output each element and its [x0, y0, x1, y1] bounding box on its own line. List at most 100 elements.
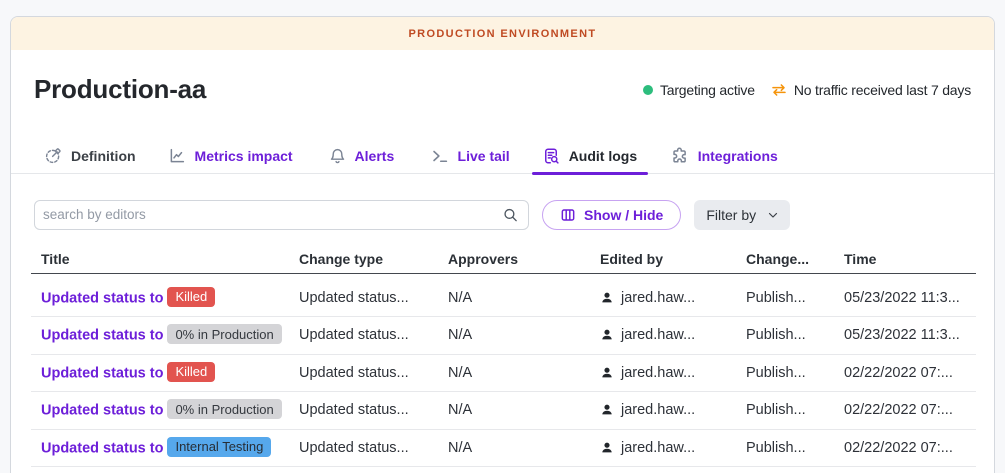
page-title: Production-aa: [34, 74, 206, 105]
green-dot-icon: [643, 85, 653, 95]
status-badge: Killed: [167, 362, 215, 382]
tab-metrics-impact-label: Metrics impact: [195, 148, 293, 164]
targeting-status: Targeting active: [643, 82, 755, 98]
show-hide-button[interactable]: Show / Hide: [542, 200, 681, 230]
column-header-time[interactable]: Time: [834, 242, 976, 274]
tab-definition[interactable]: Definition: [34, 147, 146, 173]
approvers-cell: N/A: [438, 392, 590, 430]
approvers-cell: N/A: [438, 317, 590, 355]
page-header: Production-aa Targeting active No traffi…: [11, 50, 994, 105]
edited-by-cell: jared.haw...: [590, 429, 736, 467]
person-icon: [600, 291, 614, 305]
approvers-cell: N/A: [438, 274, 590, 317]
title-cell: Updated status toKilled: [31, 274, 289, 317]
editor-name: jared.haw...: [621, 327, 695, 343]
status-badge: 0% in Production: [167, 324, 281, 344]
header-status-group: Targeting active No traffic received las…: [643, 82, 971, 98]
column-header-edited-by[interactable]: Edited by: [590, 242, 736, 274]
time-cell: 02/22/2022 07:...: [834, 392, 976, 430]
change-type-cell: Updated status...: [289, 429, 438, 467]
tab-metrics-impact[interactable]: Metrics impact: [158, 147, 307, 173]
targeting-status-label: Targeting active: [660, 82, 755, 98]
time-cell: 05/23/2022 11:3...: [834, 274, 976, 317]
audit-toolbar: Show / Hide Filter by: [34, 200, 971, 230]
change-type-cell: Updated status...: [289, 317, 438, 355]
traffic-arrows-icon: [771, 82, 787, 98]
audit-log-table: Title Change type Approvers Edited by Ch…: [31, 242, 976, 467]
tab-audit-logs[interactable]: Audit logs: [532, 147, 648, 173]
tab-live-tail-label: Live tail: [458, 148, 510, 164]
editor-name: jared.haw...: [621, 440, 695, 456]
terminal-icon: [431, 147, 449, 165]
target-icon: [44, 147, 62, 165]
columns-icon: [560, 207, 576, 223]
tab-bar: Definition Metrics impact Alerts: [11, 147, 994, 174]
time-cell: 02/22/2022 07:...: [834, 354, 976, 392]
title-link[interactable]: Updated status to: [41, 440, 163, 456]
person-icon: [600, 403, 614, 417]
column-header-change[interactable]: Change...: [736, 242, 834, 274]
change-cell: Publish...: [736, 317, 834, 355]
production-environment-banner: PRODUCTION ENVIRONMENT: [11, 17, 994, 50]
table-body: Updated status toKilled Updated status..…: [31, 274, 976, 467]
title-link[interactable]: Updated status to: [41, 290, 163, 306]
status-badge: Killed: [167, 287, 215, 307]
change-cell: Publish...: [736, 354, 834, 392]
title-link[interactable]: Updated status to: [41, 365, 163, 381]
change-cell: Publish...: [736, 429, 834, 467]
traffic-status-label: No traffic received last 7 days: [794, 82, 971, 98]
table-row[interactable]: Updated status toInternal Testing Update…: [31, 429, 976, 467]
search-input[interactable]: [34, 200, 529, 230]
change-type-cell: Updated status...: [289, 354, 438, 392]
tab-integrations-label: Integrations: [698, 148, 778, 164]
title-cell: Updated status toKilled: [31, 354, 289, 392]
time-cell: 05/23/2022 11:3...: [834, 317, 976, 355]
status-badge: 0% in Production: [167, 399, 281, 419]
bell-icon: [329, 147, 346, 165]
edited-by-cell: jared.haw...: [590, 274, 736, 317]
title-link[interactable]: Updated status to: [41, 328, 163, 344]
show-hide-label: Show / Hide: [584, 207, 663, 223]
time-cell: 02/22/2022 07:...: [834, 429, 976, 467]
edited-by-cell: jared.haw...: [590, 354, 736, 392]
editor-name: jared.haw...: [621, 365, 695, 381]
chevron-down-icon: [767, 209, 779, 221]
change-type-cell: Updated status...: [289, 274, 438, 317]
flag-card: PRODUCTION ENVIRONMENT Production-aa Tar…: [10, 16, 995, 473]
edited-by-cell: jared.haw...: [590, 392, 736, 430]
title-cell: Updated status toInternal Testing: [31, 429, 289, 467]
table-row[interactable]: Updated status toKilled Updated status..…: [31, 274, 976, 317]
editor-name: jared.haw...: [621, 290, 695, 306]
search-icon: [502, 206, 519, 223]
approvers-cell: N/A: [438, 429, 590, 467]
change-cell: Publish...: [736, 392, 834, 430]
column-header-approvers[interactable]: Approvers: [438, 242, 590, 274]
tab-alerts-label: Alerts: [355, 148, 395, 164]
chart-icon: [168, 147, 186, 165]
banner-label: PRODUCTION ENVIRONMENT: [409, 28, 597, 40]
column-header-title[interactable]: Title: [31, 242, 289, 274]
table-row[interactable]: Updated status to0% in Production Update…: [31, 317, 976, 355]
title-cell: Updated status to0% in Production: [31, 317, 289, 355]
person-icon: [600, 366, 614, 380]
tab-alerts[interactable]: Alerts: [319, 147, 409, 173]
person-icon: [600, 328, 614, 342]
table-row[interactable]: Updated status to0% in Production Update…: [31, 392, 976, 430]
tab-integrations[interactable]: Integrations: [660, 147, 790, 173]
tab-definition-label: Definition: [71, 148, 136, 164]
filter-by-label: Filter by: [706, 207, 756, 223]
table-row[interactable]: Updated status toKilled Updated status..…: [31, 354, 976, 392]
editor-name: jared.haw...: [621, 402, 695, 418]
puzzle-icon: [670, 147, 689, 165]
change-cell: Publish...: [736, 274, 834, 317]
search-wrap: [34, 200, 529, 230]
column-header-change-type[interactable]: Change type: [289, 242, 438, 274]
title-link[interactable]: Updated status to: [41, 403, 163, 419]
edited-by-cell: jared.haw...: [590, 317, 736, 355]
tab-live-tail[interactable]: Live tail: [421, 147, 520, 173]
table-header-row: Title Change type Approvers Edited by Ch…: [31, 242, 976, 274]
person-icon: [600, 441, 614, 455]
change-type-cell: Updated status...: [289, 392, 438, 430]
tab-audit-logs-label: Audit logs: [569, 148, 637, 164]
filter-by-button[interactable]: Filter by: [694, 200, 790, 230]
